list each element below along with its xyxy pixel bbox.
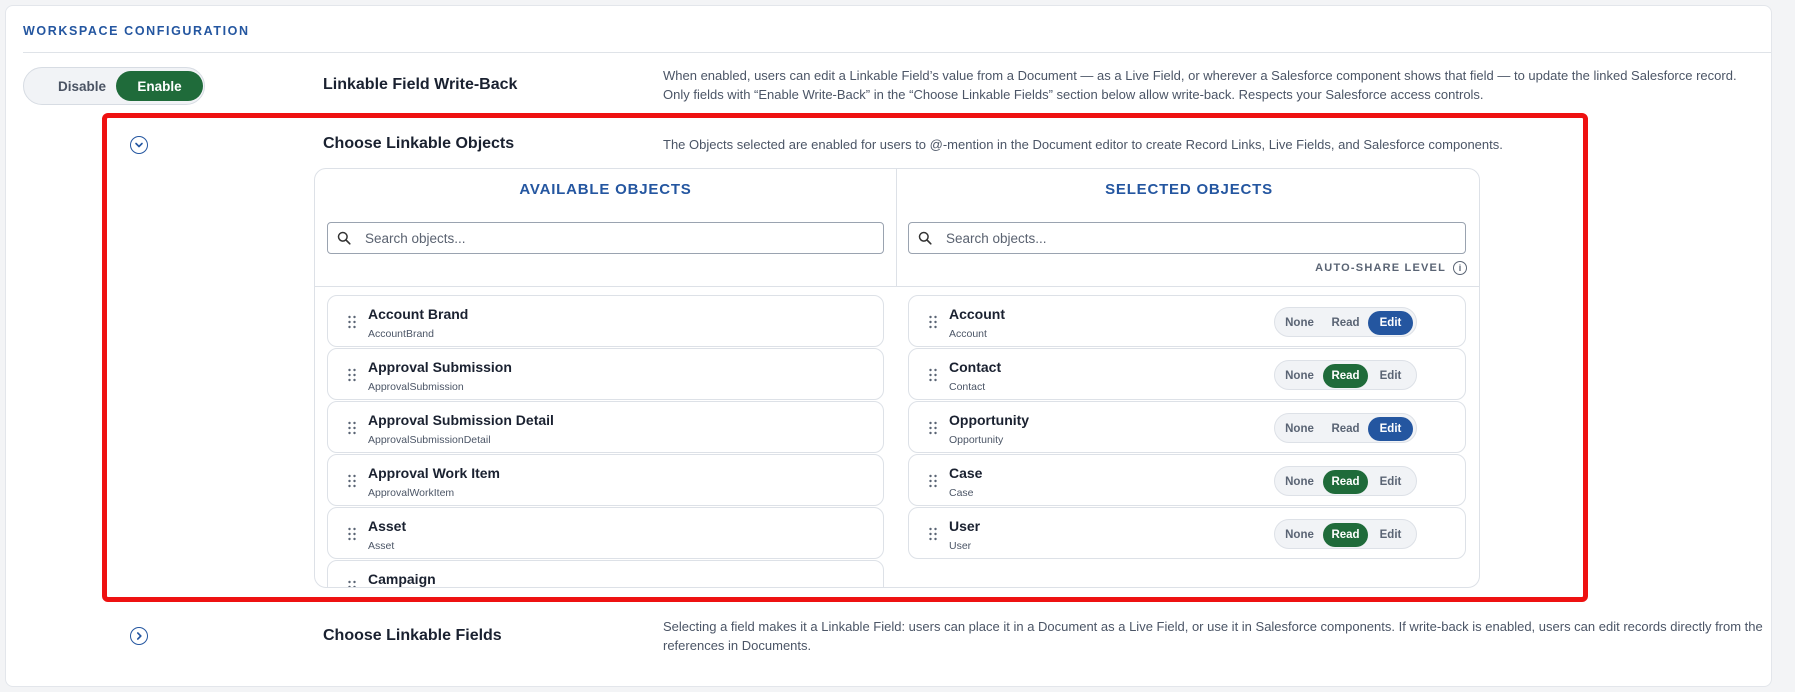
highlight-box	[102, 113, 1588, 602]
fields-description: Selecting a field makes it a Linkable Fi…	[663, 619, 1763, 653]
section-title: WORKSPACE CONFIGURATION	[23, 24, 250, 38]
writeback-label: Linkable Field Write-Back	[323, 76, 518, 93]
fields-label: Choose Linkable Fields	[323, 627, 502, 644]
writeback-toggle[interactable]: Disable Enable	[23, 67, 205, 105]
writeback-description: When enabled, users can edit a Linkable …	[663, 68, 1737, 102]
section-divider	[23, 52, 1771, 53]
enable-option[interactable]: Enable	[116, 71, 203, 101]
chevron-right-circle-icon[interactable]	[130, 627, 148, 645]
